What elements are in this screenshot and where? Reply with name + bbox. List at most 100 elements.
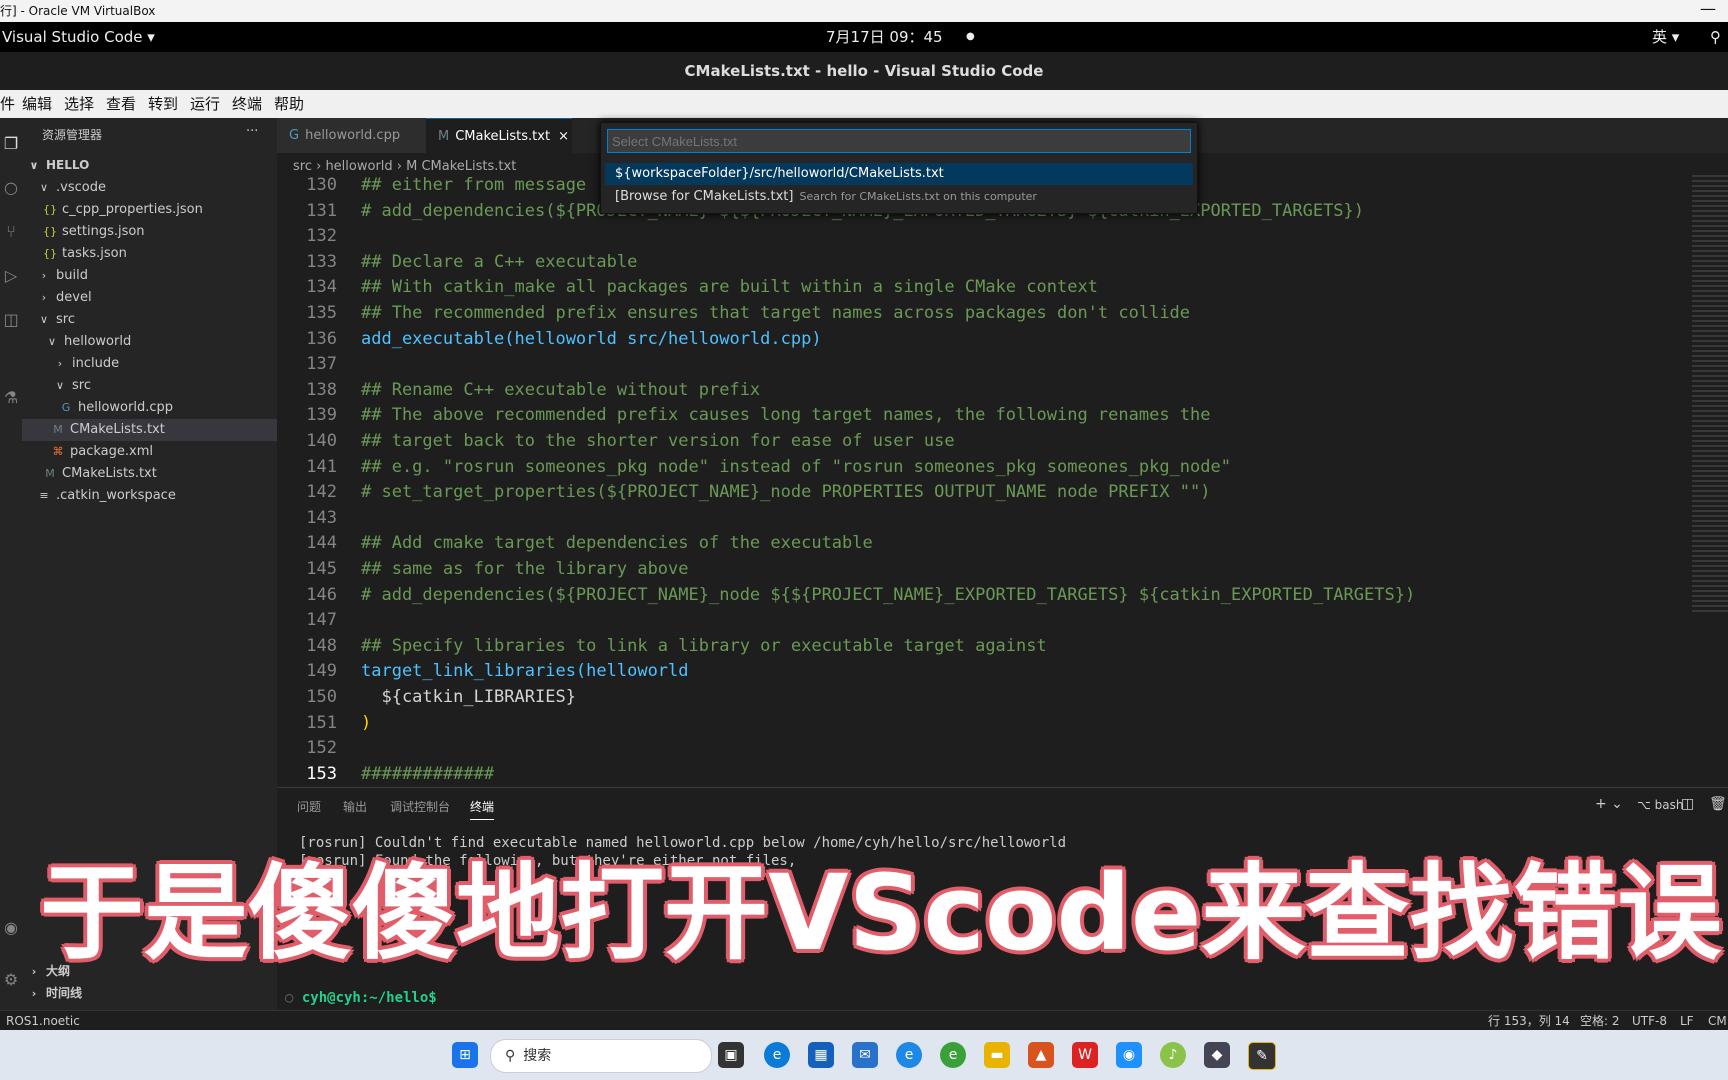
menu-view[interactable]: 查看	[106, 90, 136, 118]
task-view-icon[interactable]: ▣	[718, 1042, 744, 1068]
tree-item-label: .catkin_workspace	[56, 488, 176, 503]
tree-item-helloworld-cpp[interactable]: Ghelloworld.cpp	[58, 397, 173, 419]
quickpick-item-workspace-cmakelists[interactable]: ${workspaceFolder}/src/helloworld/CMakeL…	[605, 163, 1193, 185]
minimap[interactable]	[1692, 175, 1728, 615]
tree-item-include[interactable]: › include	[52, 353, 119, 375]
tree-item-build[interactable]: › build	[36, 265, 88, 287]
store-icon[interactable]: ▦	[808, 1042, 834, 1068]
code-editor[interactable]: 130 ## either from message 131 # add_depend…	[277, 175, 1728, 787]
tree-item-src-inner[interactable]: ∨ src	[52, 375, 91, 397]
minimize-button[interactable]: —	[1700, 0, 1716, 20]
terminal-shell-label[interactable]: ⌥ bash	[1637, 798, 1683, 812]
tab-output[interactable]: 输出	[343, 798, 367, 815]
more-actions-icon[interactable]: ···	[246, 124, 258, 139]
status-bar: ROS1.noetic 行 153，列 14 空格: 2 UTF-8 LF CM	[0, 1010, 1728, 1031]
tree-item-settings[interactable]: {} settings.json	[42, 221, 145, 243]
taskbar-search[interactable]: ⚲ 搜索	[490, 1039, 712, 1073]
code-line: ## Specify libraries to link a library o…	[361, 636, 1047, 656]
line-number: 143	[306, 508, 337, 528]
menu-help[interactable]: 帮助	[274, 90, 304, 118]
rss-xml-icon: ⌘	[52, 445, 64, 458]
quickpick-item-label: [Browse for CMakeLists.txt]	[615, 189, 794, 204]
code-line: add_executable(helloworld src/helloworld…	[361, 329, 822, 349]
code-line: ## Add cmake target dependencies of the …	[361, 533, 873, 553]
tree-item-devel[interactable]: › devel	[36, 287, 92, 309]
status-cursor-position[interactable]: 行 153，列 14	[1488, 1011, 1570, 1031]
music-icon[interactable]: ♪	[1160, 1042, 1186, 1068]
windows-start-icon[interactable]: ⊞	[452, 1042, 478, 1068]
trash-icon[interactable]: 🗑	[1709, 796, 1727, 812]
wps-icon[interactable]: W	[1072, 1042, 1098, 1068]
menu-run[interactable]: 运行	[190, 90, 220, 118]
network-icon[interactable]: ⚲	[1710, 22, 1721, 52]
explorer-title: 资源管理器	[42, 128, 103, 142]
line-number: 145	[306, 559, 337, 579]
status-language[interactable]: CM	[1708, 1011, 1727, 1031]
video-subtitle: 于是傻傻地打开VScode来查找错误	[40, 852, 1722, 974]
tree-item-catkin-workspace[interactable]: ≡ .catkin_workspace	[36, 485, 176, 507]
tab-problems[interactable]: 问题	[297, 798, 321, 815]
menu-file[interactable]: 件	[0, 90, 15, 118]
menubar: 件 编辑 选择 查看 转到 运行 终端 帮助	[0, 90, 1728, 118]
tab-debug-console[interactable]: 调试控制台	[390, 798, 450, 815]
tree-item-tasks[interactable]: {} tasks.json	[42, 243, 127, 265]
quickpick-item-browse[interactable]: [Browse for CMakeLists.txt] Search for CM…	[605, 186, 1193, 208]
ime-indicator[interactable]: 英 ▾	[1652, 22, 1679, 52]
virtualbox-icon[interactable]: ◆	[1204, 1042, 1230, 1068]
line-number: 140	[306, 431, 337, 451]
browser-icon[interactable]: e	[940, 1042, 966, 1068]
terminal-prompt-line[interactable]: ○ cyh@cyh:~/hello$	[285, 990, 437, 1006]
menu-edit[interactable]: 编辑	[22, 90, 52, 118]
file-explorer-icon[interactable]: ▬	[984, 1042, 1010, 1068]
line-number: 135	[306, 303, 337, 323]
matlab-icon[interactable]: ▲	[1028, 1042, 1054, 1068]
settings-gear-icon[interactable]: ⚙	[0, 970, 22, 989]
split-terminal-icon[interactable]: ◫	[1681, 796, 1694, 812]
prompt-indicator-icon: ○	[285, 990, 302, 1006]
vscode-vm-icon[interactable]: ✎	[1248, 1042, 1276, 1070]
app-icon[interactable]: ◉	[1116, 1042, 1142, 1068]
account-icon[interactable]: ◉	[0, 918, 22, 937]
tab-helloworld-cpp[interactable]: Ghelloworld.cpp	[277, 118, 426, 153]
status-indentation[interactable]: 空格: 2	[1580, 1011, 1620, 1031]
code-line: ${catkin_LIBRARIES}	[361, 687, 576, 707]
ie-icon[interactable]: e	[896, 1042, 922, 1068]
workspace-root[interactable]: ∨ HELLO	[26, 154, 90, 176]
edge-icon[interactable]: e	[764, 1042, 790, 1068]
menu-selection[interactable]: 选择	[64, 90, 94, 118]
tree-item-label: src	[72, 378, 91, 393]
close-icon[interactable]: ×	[558, 129, 569, 144]
code-line: # set_target_properties(${PROJECT_NAME}_…	[361, 482, 1211, 502]
quickpick-input[interactable]	[607, 129, 1191, 153]
menu-terminal[interactable]: 终端	[232, 90, 262, 118]
tab-cmakelists[interactable]: M CMakeLists.txt ×	[426, 118, 572, 154]
json-icon: {}	[43, 225, 57, 238]
timeline-section[interactable]: › 时间线	[26, 982, 82, 1004]
status-ros[interactable]: ROS1.noetic	[6, 1011, 80, 1031]
status-eol[interactable]: LF	[1680, 1011, 1694, 1031]
search-icon[interactable]: ○	[0, 178, 22, 197]
line-number: 144	[306, 533, 337, 553]
tree-item-vscode[interactable]: ∨ .vscode	[36, 177, 106, 199]
menu-go[interactable]: 转到	[148, 90, 178, 118]
explorer-icon[interactable]: ❐	[0, 134, 22, 153]
tab-terminal[interactable]: 终端	[470, 798, 495, 820]
testing-icon[interactable]: ⚗	[0, 388, 22, 407]
tree-item-cmakelists-root[interactable]: M CMakeLists.txt	[42, 463, 157, 485]
cmake-file-icon: M	[438, 129, 450, 144]
extensions-icon[interactable]: ◫	[0, 310, 22, 329]
add-terminal-button[interactable]: + ⌄	[1595, 796, 1623, 812]
tree-item-helloworld[interactable]: ∨ helloworld	[44, 331, 131, 353]
clock[interactable]: 7月17日 09：45	[826, 22, 943, 52]
mail-icon[interactable]: ✉	[852, 1042, 878, 1068]
run-debug-icon[interactable]: ▷	[0, 266, 22, 285]
tree-item-src[interactable]: ∨ src	[36, 309, 75, 331]
status-encoding[interactable]: UTF-8	[1632, 1011, 1667, 1031]
chevron-right-icon: ›	[41, 291, 47, 304]
tree-item-cmakelists-selected[interactable]: M CMakeLists.txt	[22, 419, 277, 441]
source-control-icon[interactable]: ⑂	[0, 222, 22, 241]
line-number: 142	[306, 482, 337, 502]
tree-item-c-cpp-properties[interactable]: {} c_cpp_properties.json	[42, 199, 203, 221]
tree-item-package-xml[interactable]: ⌘ package.xml	[50, 441, 153, 463]
app-menu[interactable]: Visual Studio Code ▾	[2, 22, 155, 52]
